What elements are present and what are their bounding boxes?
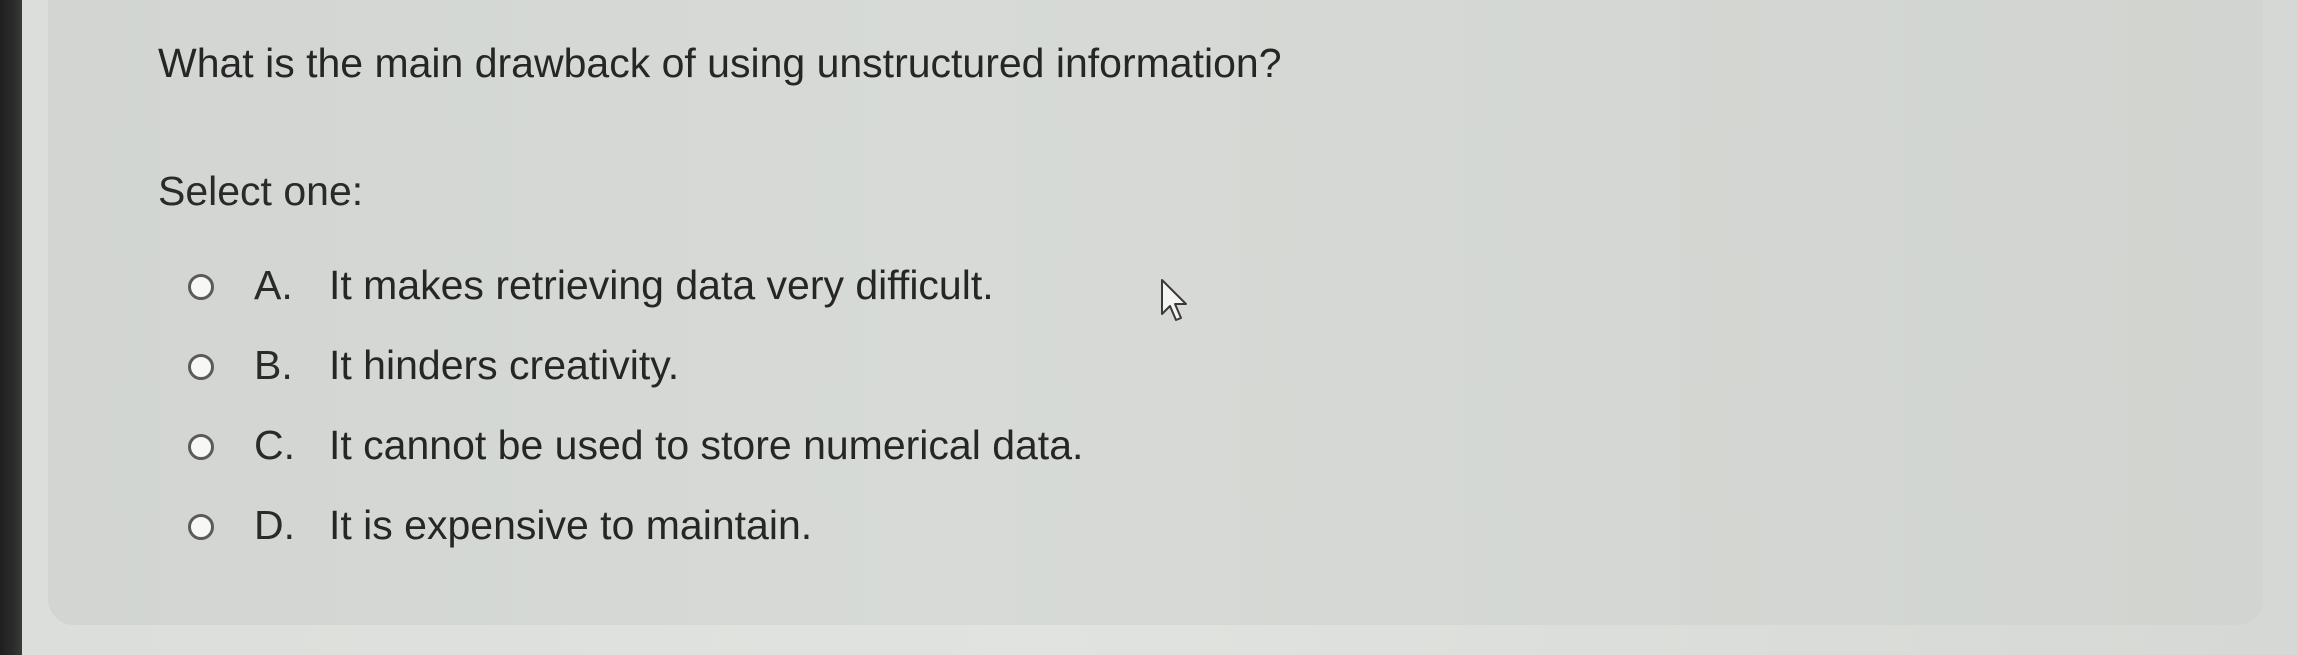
option-text: It cannot be used to store numerical dat… xyxy=(329,422,1084,468)
answer-option-a[interactable]: A. It makes retrieving data very difficu… xyxy=(188,262,1188,322)
question-text: What is the main drawback of using unstr… xyxy=(158,40,1282,86)
radio-button-icon[interactable] xyxy=(188,434,214,460)
answer-option-d[interactable]: D. It is expensive to maintain. xyxy=(188,502,1188,562)
question-card: What is the main drawback of using unstr… xyxy=(48,0,2263,625)
option-text: It is expensive to maintain. xyxy=(329,502,813,548)
screen-left-edge xyxy=(0,0,22,655)
option-text: It makes retrieving data very difficult. xyxy=(329,262,994,308)
select-one-prompt: Select one: xyxy=(158,168,364,214)
radio-button-icon[interactable] xyxy=(188,274,214,300)
answer-option-b[interactable]: B. It hinders creativity. xyxy=(188,342,1188,402)
option-letter: B. xyxy=(254,342,293,388)
radio-button-icon[interactable] xyxy=(188,514,214,540)
mouse-pointer-icon xyxy=(1161,279,1187,321)
radio-button-icon[interactable] xyxy=(188,354,214,380)
answer-option-c[interactable]: C. It cannot be used to store numerical … xyxy=(188,422,1188,482)
option-letter: C. xyxy=(254,422,295,468)
option-text: It hinders creativity. xyxy=(329,342,680,388)
option-letter: D. xyxy=(254,502,295,548)
option-letter: A. xyxy=(254,262,293,308)
